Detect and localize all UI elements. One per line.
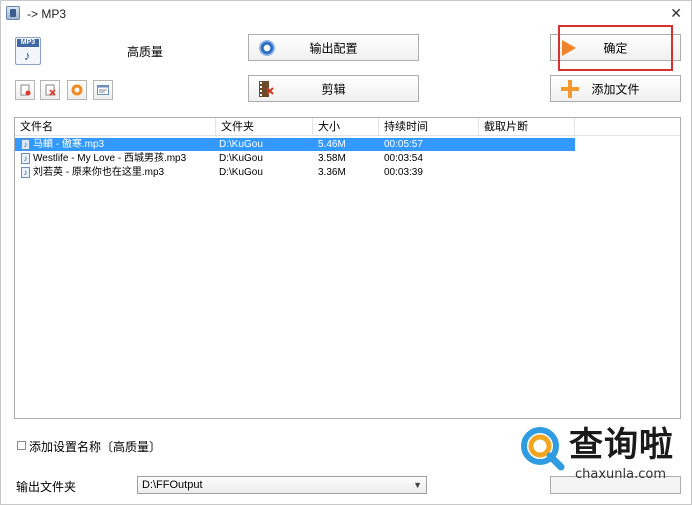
title-bar: -> MP3 ✕ — [1, 1, 691, 27]
format-tag: MP3 — [17, 39, 39, 47]
file-folder: D:\KuGou — [219, 167, 263, 178]
column-header-folder[interactable]: 文件夹 — [216, 118, 313, 136]
file-list[interactable]: 文件名 文件夹 大小 持续时间 截取片断 ♪ 马頔 - 傲寒.mp3 D:\Ku… — [14, 117, 681, 419]
file-name: 马頔 - 傲寒.mp3 — [33, 139, 105, 150]
clear-list-button[interactable] — [40, 80, 60, 100]
converter-window: -> MP3 ✕ MP3 ♪ 高质量 输出配置 剪辑 确定 添加文件 文件名 文… — [0, 0, 692, 505]
file-name: Westlife - My Love - 西城男孩.mp3 — [33, 153, 187, 164]
file-duration: 00:03:54 — [384, 153, 423, 164]
output-config-button[interactable]: 输出配置 — [248, 34, 419, 61]
file-duration: 00:03:39 — [384, 167, 423, 178]
chevron-down-icon: ▼ — [413, 480, 422, 490]
watermark-url: chaxunla.com — [575, 467, 666, 482]
add-setting-name-label: 添加设置名称〔高质量〕 — [29, 440, 162, 454]
quality-label: 高质量 — [127, 45, 164, 59]
file-clip — [484, 138, 574, 151]
output-folder-select[interactable]: D:\FFOutput ▼ — [137, 476, 427, 494]
column-header-clip[interactable]: 截取片断 — [479, 118, 575, 136]
column-header-file-name[interactable]: 文件名 — [15, 118, 216, 136]
media-info-button[interactable] — [93, 80, 113, 100]
window-title: -> MP3 — [27, 7, 67, 21]
close-button[interactable]: ✕ — [670, 5, 682, 21]
file-folder: D:\KuGou — [219, 139, 263, 150]
file-clip — [484, 152, 574, 165]
file-size: 3.58M — [318, 153, 346, 164]
ok-label: 确定 — [603, 41, 628, 55]
file-folder: D:\KuGou — [219, 153, 263, 164]
mp3-format-icon: MP3 ♪ — [15, 37, 41, 65]
info-window-icon — [97, 85, 109, 95]
clip-label: 剪辑 — [321, 82, 346, 96]
music-note-icon: ♪ — [24, 48, 31, 63]
column-header-size[interactable]: 大小 — [313, 118, 379, 136]
clear-icon — [45, 84, 56, 96]
add-file-button[interactable]: 添加文件 — [550, 75, 681, 102]
column-header-duration[interactable]: 持续时间 — [379, 118, 479, 136]
output-folder-value: D:\FFOutput — [142, 479, 203, 491]
output-folder-label: 输出文件夹 — [16, 480, 77, 494]
file-size: 3.36M — [318, 167, 346, 178]
file-row[interactable]: ♪ 刘若英 - 原来你也在这里.mp3 D:\KuGou 3.36M 00:03… — [15, 166, 575, 179]
audio-file-icon: ♪ — [21, 167, 30, 178]
file-row[interactable]: ♪ Westlife - My Love - 西城男孩.mp3 D:\KuGou… — [15, 152, 575, 165]
watermark: 查询啦 chaxunla.com — [511, 419, 689, 503]
watermark-title: 查询啦 — [569, 425, 674, 465]
output-config-label: 输出配置 — [309, 41, 358, 55]
play-button[interactable] — [67, 80, 87, 100]
column-header-filler — [575, 118, 680, 136]
app-icon — [6, 6, 20, 20]
file-name: 刘若英 - 原来你也在这里.mp3 — [33, 167, 165, 178]
audio-file-icon: ♪ — [21, 139, 30, 150]
file-clip — [484, 166, 574, 179]
file-duration: 00:05:57 — [384, 139, 423, 150]
watermark-logo — [521, 427, 565, 471]
file-list-header: 文件名 文件夹 大小 持续时间 截取片断 — [15, 118, 680, 136]
play-icon — [71, 84, 83, 96]
add-setting-name-checkbox[interactable] — [17, 441, 26, 450]
remove-file-button[interactable] — [15, 80, 35, 100]
file-row[interactable]: ♪ 马頔 - 傲寒.mp3 D:\KuGou 5.46M 00:05:57 — [15, 138, 575, 151]
remove-file-icon — [20, 84, 31, 96]
add-file-label: 添加文件 — [591, 82, 640, 96]
ok-button[interactable]: 确定 — [550, 34, 681, 61]
clip-button[interactable]: 剪辑 — [248, 75, 419, 102]
file-size: 5.46M — [318, 139, 346, 150]
audio-file-icon: ♪ — [21, 153, 30, 164]
